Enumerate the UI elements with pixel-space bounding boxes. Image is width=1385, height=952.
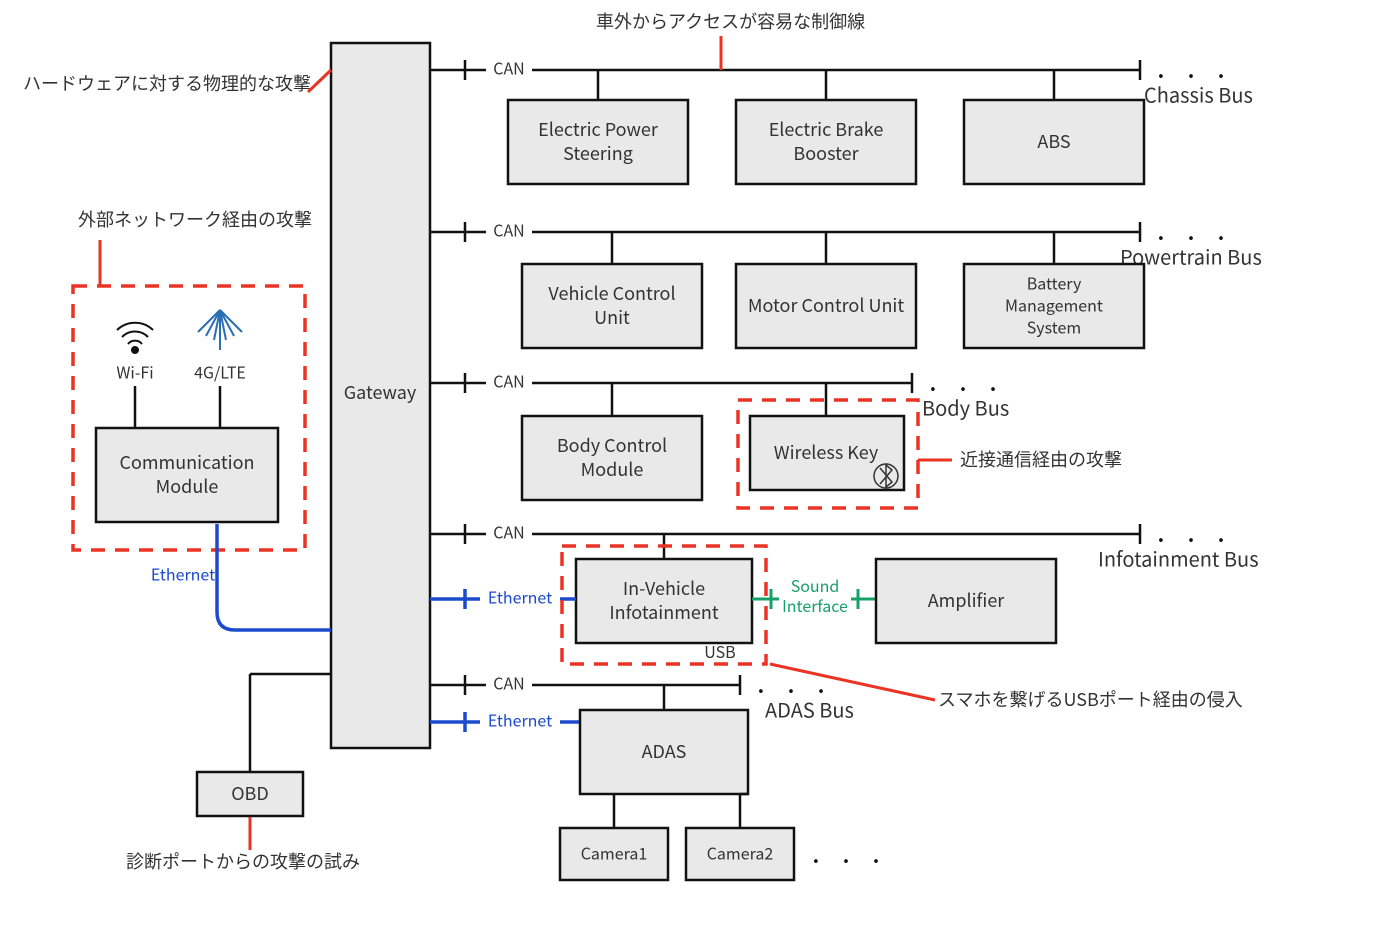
body-bus-label: Body Bus (922, 392, 1009, 421)
can-label-body: CAN (493, 368, 525, 392)
eth-label-ivi: Ethernet (488, 584, 552, 608)
wk-label: Wireless Key (774, 439, 879, 465)
annotation-proximity: 近接通信経由の攻撃 (960, 446, 1122, 472)
ethernet-label-1: Ethernet (151, 561, 215, 585)
comm-module-l2: Module (156, 473, 219, 499)
annotation-hw-attack: ハードウェアに対する物理的な攻撃 (23, 70, 311, 96)
antenna-icon (198, 310, 242, 350)
can-label-info: CAN (493, 519, 525, 543)
lte-label: 4G/LTE (194, 359, 246, 383)
bms-l1: Battery (1027, 270, 1082, 294)
eps-l1: Electric Power (538, 116, 659, 142)
abs-label: ABS (1037, 128, 1070, 154)
eps-l2: Steering (563, 140, 633, 166)
adas-bus-label: ADAS Bus (765, 694, 854, 723)
eth-label-adas: Ethernet (488, 707, 552, 731)
bcm-l1: Body Control (557, 432, 667, 458)
bcm-l2: Module (581, 456, 644, 482)
vcu-l2: Unit (594, 304, 630, 330)
amp-label: Amplifier (928, 587, 1006, 613)
obd-label: OBD (231, 780, 269, 806)
comm-module-l1: Communication (119, 449, 254, 475)
ivi-l1: In-Vehicle (623, 575, 705, 601)
annotation-ext-ctrl-line: 車外からアクセスが容易な制御線 (596, 8, 865, 34)
adas-label: ADAS (642, 738, 687, 764)
gateway-label: Gateway (344, 379, 417, 405)
bms-l3: System (1027, 314, 1081, 338)
annotation-usb: スマホを繋げるUSBポート経由の侵入 (938, 686, 1243, 712)
wifi-icon (117, 323, 153, 353)
dots-cam: . . . (812, 832, 888, 872)
wifi-label: Wi-Fi (116, 359, 153, 383)
usb-label: USB (704, 639, 735, 663)
vcu-l1: Vehicle Control (548, 280, 675, 306)
ebb-l1: Electric Brake (769, 116, 884, 142)
bms-l2: Management (1005, 292, 1103, 316)
vehicle-network-diagram: Gateway ハードウェアに対する物理的な攻撃 外部ネットワーク経由の攻撃 W… (0, 0, 1385, 952)
can-label-chassis: CAN (493, 55, 525, 79)
info-bus-label: Infotainment Bus (1098, 543, 1259, 572)
ivi-l2: Infotainment (609, 599, 719, 625)
sound-l2: Interface (782, 593, 848, 617)
annot-hw-attack-line (308, 70, 331, 92)
can-label-pwt: CAN (493, 217, 525, 241)
cam2-label: Camera2 (707, 840, 774, 864)
cam1-label: Camera1 (581, 840, 648, 864)
chassis-bus-label: Chassis Bus (1144, 79, 1253, 108)
annotation-ext-net-attack: 外部ネットワーク経由の攻撃 (78, 206, 312, 232)
annotation-diag-port: 診断ポートからの攻撃の試み (126, 848, 360, 874)
ethernet-wire-comm (217, 524, 331, 630)
can-label-adas: CAN (493, 670, 525, 694)
ebb-l2: Booster (793, 140, 859, 166)
mcu-label: Motor Control Unit (748, 292, 905, 318)
